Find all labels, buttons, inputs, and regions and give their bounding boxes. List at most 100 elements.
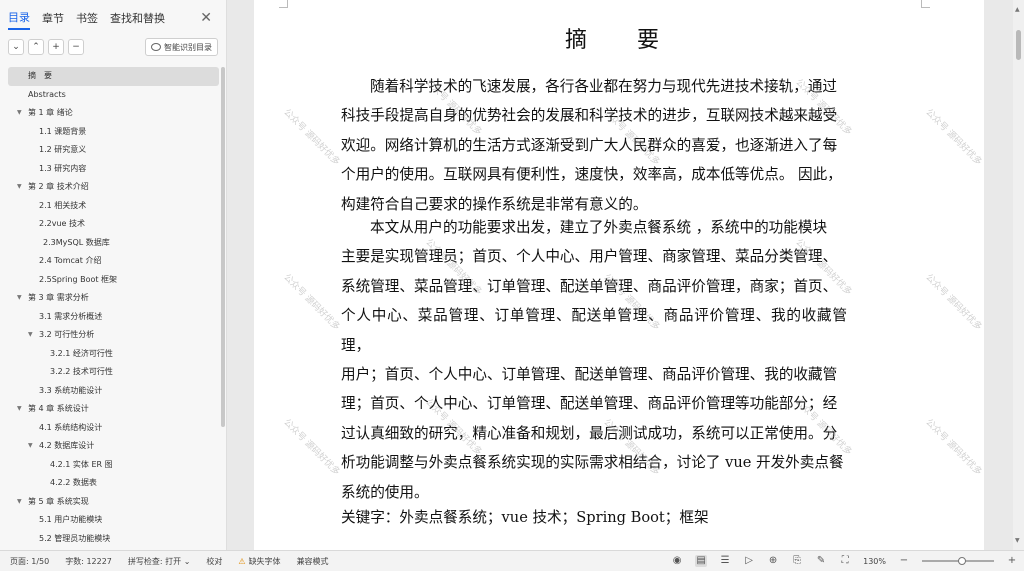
- spell-check-toggle[interactable]: 拼写检查: 打开 ⌄: [128, 556, 191, 567]
- expand-arrow-icon[interactable]: ▼: [17, 178, 22, 197]
- toc-item-label: 5.2 管理员功能模块: [39, 533, 111, 543]
- word-count[interactable]: 字数: 12227: [65, 556, 112, 567]
- tab-chapters[interactable]: 章节: [42, 10, 64, 29]
- watermark-text: 公众号 源码好优多: [227, 75, 228, 137]
- remove-heading-button[interactable]: −: [68, 39, 84, 55]
- toc-item[interactable]: ▼ 第 1 章 绪论: [8, 104, 219, 123]
- toc-item-label: 5.1 用户功能模块: [39, 515, 103, 524]
- tab-find-replace[interactable]: 查找和替换: [110, 10, 165, 29]
- toc-item[interactable]: 1.1 课题背景: [8, 123, 219, 142]
- outline-view-icon[interactable]: ☰: [719, 555, 731, 567]
- tab-bookmarks[interactable]: 书签: [76, 10, 98, 29]
- expand-arrow-icon[interactable]: ▼: [28, 326, 33, 345]
- toc-item[interactable]: 3.3 系统功能设计: [8, 382, 219, 401]
- toc-item-label: 3.2 可行性分析: [39, 330, 95, 339]
- expand-arrow-icon[interactable]: ▼: [17, 289, 22, 308]
- smart-toc-icon: [151, 43, 161, 51]
- abstract-paragraph-2: 本文从用户的功能要求出发，建立了外卖点餐系统 ，系统中的功能模块 主要是实现管理…: [341, 213, 847, 507]
- expand-all-button[interactable]: ⌃: [28, 39, 44, 55]
- toc-item-label: 第 1 章 绪论: [28, 108, 73, 117]
- navigation-pane: 目录 章节 书签 查找和替换 ✕ ⌄ ⌃ + − 智能识别目录 摘 要 Abstr…: [0, 0, 227, 550]
- toc-item[interactable]: ▼ 第 2 章 技术介绍: [8, 178, 219, 197]
- eye-icon[interactable]: ◉: [671, 555, 683, 567]
- toc-item[interactable]: ▼ 第 4 章 系统设计: [8, 400, 219, 419]
- zoom-in-icon[interactable]: +: [1006, 555, 1018, 567]
- fit-page-icon[interactable]: ⛶: [839, 555, 851, 567]
- toc-item[interactable]: 2.5Spring Boot 框架: [8, 271, 219, 290]
- toc-item-label: 2.5Spring Boot 框架: [39, 274, 118, 284]
- toc-item-label: 摘 要: [28, 71, 52, 80]
- page-title: 摘 要: [564, 28, 673, 53]
- toc-item[interactable]: 3.1 需求分析概述: [8, 308, 219, 327]
- text-line: 系统的使用。: [341, 483, 429, 501]
- zoom-level[interactable]: 130%: [863, 557, 886, 566]
- toc-item[interactable]: ▼ 4.2 数据库设计: [8, 437, 219, 456]
- watermark-text: 公众号 源码好优多: [227, 395, 228, 457]
- page-count[interactable]: 页面: 1/50: [10, 556, 49, 567]
- toc-item[interactable]: 摘 要: [8, 67, 219, 86]
- collapse-all-button[interactable]: ⌄: [8, 39, 24, 55]
- expand-arrow-icon[interactable]: ▼: [17, 104, 22, 123]
- toc-item[interactable]: 2.3MySQL 数据库: [8, 234, 219, 253]
- toc-item[interactable]: 5.2 管理员功能模块: [8, 530, 219, 548]
- scroll-up-icon[interactable]: ▲: [1015, 6, 1020, 13]
- toc-item[interactable]: Abstracts: [8, 86, 219, 105]
- page-view-icon[interactable]: ▤: [695, 555, 708, 567]
- tab-toc[interactable]: 目录: [8, 9, 30, 30]
- text-line: 科技手段提高自身的优势社会的发展和科学技术的进步，互联网技术越来越受: [341, 107, 838, 125]
- toc-item[interactable]: 4.2.1 实体 ER 图: [8, 456, 219, 475]
- toc-item[interactable]: 5.1 用户功能模块: [8, 511, 219, 530]
- toc-item[interactable]: 1.3 研究内容: [8, 160, 219, 179]
- toc-item-label: 1.1 课题背景: [39, 126, 87, 136]
- text-line: 理；首页、个人中心、订单管理、配送单管理、商品评价管理等功能部分；经: [341, 395, 838, 413]
- scroll-down-icon[interactable]: ▼: [1015, 537, 1020, 544]
- proofread-button[interactable]: 校对: [206, 556, 222, 567]
- document-page[interactable]: 摘 要 随着科学技术的飞速发展，各行各业都在努力与现代先进技术接轨，通过 科技手…: [254, 0, 984, 550]
- toc-item-label: 2.3MySQL 数据库: [43, 237, 110, 247]
- pen-icon[interactable]: ✎: [815, 555, 827, 567]
- toc-item[interactable]: 3.2.2 技术可行性: [8, 363, 219, 382]
- keywords-label: 关键字：: [341, 509, 400, 526]
- missing-font-button[interactable]: ⚠ 缺失字体: [238, 556, 280, 567]
- warning-icon: ⚠: [238, 556, 246, 566]
- toc-item-label: 4.2.2 数据表: [50, 478, 97, 487]
- toc-item[interactable]: ▼ 第 3 章 需求分析: [8, 289, 219, 308]
- toc-item[interactable]: ▼ 3.2 可行性分析: [8, 326, 219, 345]
- scroll-thumb[interactable]: [1016, 30, 1021, 60]
- smart-toc-label: 智能识别目录: [164, 42, 212, 52]
- document-scrollbar[interactable]: ▲ ▼: [1013, 0, 1024, 550]
- text-line: 析功能调整与外卖点餐系统实现的实际需求相结合，讨论了 vue 开发外卖点餐: [341, 454, 844, 472]
- toc-item[interactable]: 4.1 系统结构设计: [8, 419, 219, 438]
- paragraph-drag-handle-icon[interactable]: ⠿: [359, 454, 368, 468]
- view-controls: ◉ ▤ ☰ ▷ ⊕ ⎘ ✎ ⛶ 130% − +: [665, 555, 1024, 567]
- toc-item-label: 2.2vue 技术: [39, 219, 85, 228]
- toc-item[interactable]: 2.4 Tomcat 介绍: [8, 252, 219, 271]
- toc-item[interactable]: 1.2 研究意义: [8, 141, 219, 160]
- toc-item-label: 4.2 数据库设计: [39, 441, 95, 450]
- zoom-slider-handle[interactable]: [957, 557, 966, 565]
- read-mode-icon[interactable]: ⎘: [791, 555, 803, 567]
- expand-arrow-icon[interactable]: ▼: [17, 493, 22, 512]
- toc-item[interactable]: ▼ 第 5 章 系统实现: [8, 493, 219, 512]
- chevron-down-icon: ⌄: [183, 556, 191, 566]
- text-line: 个用户的使用。互联网具有便利性，速度快，效率高，成本低等优点。 因此，: [341, 166, 842, 184]
- zoom-slider[interactable]: [922, 557, 994, 565]
- toc-item[interactable]: 4.2.2 数据表: [8, 474, 219, 493]
- add-heading-button[interactable]: +: [48, 39, 64, 55]
- web-view-icon[interactable]: ⊕: [767, 555, 779, 567]
- toc-item[interactable]: 3.2.1 经济可行性: [8, 345, 219, 364]
- text-line: 系统管理、菜品管理、订单管理、配送单管理、商品评价管理，商家；首页、: [341, 277, 838, 295]
- toc-item[interactable]: 2.2vue 技术: [8, 215, 219, 234]
- toc-item-label: Abstracts: [28, 89, 66, 99]
- smart-toc-button[interactable]: 智能识别目录: [145, 38, 218, 56]
- play-icon[interactable]: ▷: [743, 555, 755, 567]
- toc-scrollbar[interactable]: [221, 67, 225, 427]
- toc-item-label: 2.4 Tomcat 介绍: [39, 256, 102, 265]
- toc-item-label: 4.1 系统结构设计: [39, 422, 103, 432]
- text-line: 欢迎。网络计算机的生活方式逐渐受到广大人民群众的喜爱，也逐渐进入了每: [341, 136, 838, 154]
- zoom-out-icon[interactable]: −: [898, 555, 910, 567]
- expand-arrow-icon[interactable]: ▼: [28, 437, 33, 456]
- expand-arrow-icon[interactable]: ▼: [17, 400, 22, 419]
- close-icon[interactable]: ✕: [200, 10, 212, 26]
- toc-item[interactable]: 2.1 相关技术: [8, 197, 219, 216]
